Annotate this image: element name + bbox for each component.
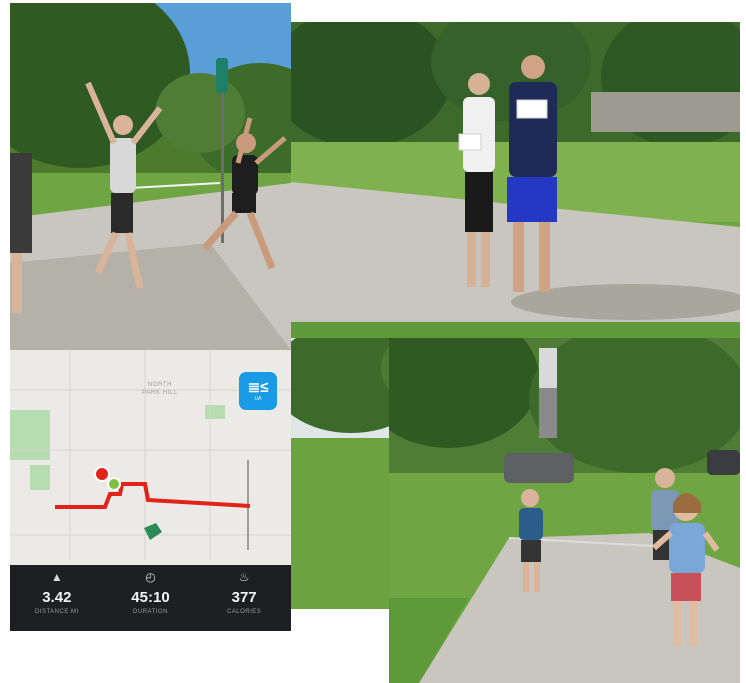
flame-icon: ♨	[238, 570, 250, 584]
workout-stats-bar: ▲ 3.42 DISTANCE MI ◴ 45:10 DURATION ♨ 37…	[10, 565, 291, 631]
stat-calories-value: 377	[231, 589, 257, 606]
under-armour-logo: ≣≤	[247, 379, 269, 396]
stat-duration: ◴ 45:10 DURATION	[104, 569, 197, 615]
shoe-icon: ▲	[50, 570, 63, 584]
stat-duration-value: 45:10	[131, 589, 170, 606]
running-app-screenshot: NORTH PARK HILL ≣≤ UA ▲ 3.42 DISTANCE MI…	[10, 350, 291, 631]
map-label-north: NORTH	[147, 382, 173, 388]
stat-distance-value: 3.42	[42, 589, 72, 606]
stat-distance-label: DISTANCE MI	[34, 609, 79, 615]
photo-kids-running	[389, 338, 740, 683]
under-armour-sub: UA	[254, 396, 262, 402]
stat-distance: ▲ 3.42 DISTANCE MI	[10, 569, 103, 615]
stopwatch-icon: ◴	[145, 570, 156, 584]
photo-couple-with-bibs	[291, 22, 740, 338]
stat-calories: ♨ 377 CALORIES	[198, 569, 291, 615]
photo-finish-celebration	[10, 3, 291, 350]
stat-duration-label: DURATION	[133, 609, 168, 615]
map-label-park-hill: PARK HILL	[142, 390, 178, 396]
stat-calories-label: CALORIES	[226, 609, 262, 615]
under-armour-app-badge: ≣≤ UA	[239, 372, 277, 410]
